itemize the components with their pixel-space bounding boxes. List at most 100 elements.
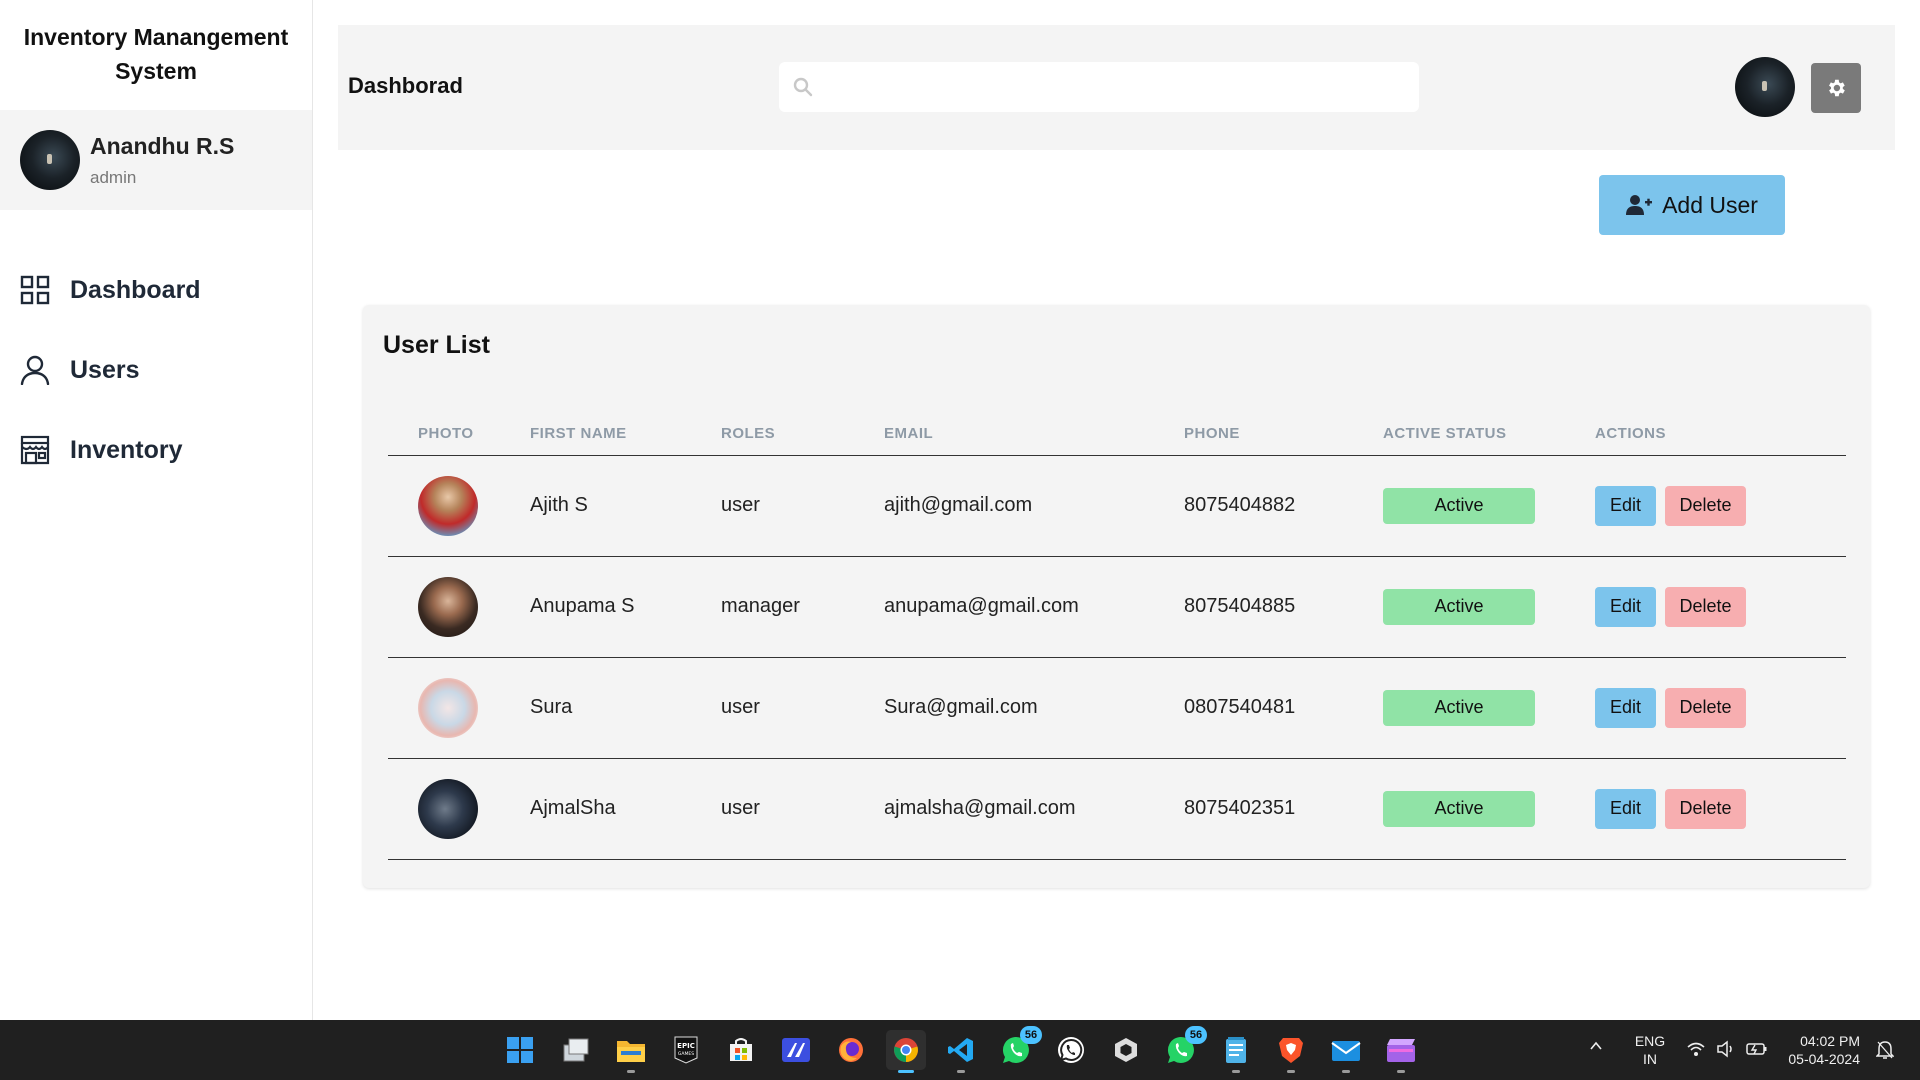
edit-button[interactable]: Edit (1595, 586, 1656, 627)
whatsapp-icon[interactable] (1051, 1030, 1091, 1070)
firefox-icon[interactable] (831, 1030, 871, 1070)
user-list-card: User List PHOTO FIRST NAME ROLES EMAIL P… (363, 305, 1870, 888)
status-badge: Active (1383, 487, 1535, 524)
avatar-image (1735, 57, 1795, 117)
profile-name: Anandhu R.S (90, 132, 235, 159)
profile-avatar (20, 130, 80, 190)
edit-button[interactable]: Edit (1595, 485, 1656, 526)
unity-icon[interactable] (1106, 1030, 1146, 1070)
delete-button[interactable]: Delete (1665, 485, 1746, 526)
delete-button[interactable]: Delete (1665, 788, 1746, 829)
brave-icon[interactable] (1271, 1030, 1311, 1073)
chrome-icon[interactable] (886, 1030, 926, 1073)
role-cell: manager (721, 556, 884, 658)
app-title: Inventory Manangement System (23, 24, 289, 84)
language-code: ENG (1634, 1033, 1666, 1049)
sidebar-item-label: Dashboard (70, 275, 201, 304)
notepad-icon[interactable] (1216, 1030, 1256, 1073)
status-badge: Active (1383, 689, 1535, 726)
file-explorer-icon[interactable] (611, 1030, 651, 1073)
windows-start-icon[interactable] (500, 1030, 540, 1070)
profile-role: admin (90, 167, 137, 187)
whatsapp-business-icon[interactable]: 56 (996, 1026, 1042, 1070)
app-icon[interactable] (776, 1030, 816, 1070)
video-editor-icon[interactable] (1381, 1030, 1421, 1073)
show-hidden-icons[interactable] (1588, 1038, 1604, 1080)
delete-button[interactable]: Delete (1665, 687, 1746, 728)
actions-cell: Edit Delete (1595, 758, 1846, 860)
svg-text:GAMES: GAMES (678, 1051, 694, 1057)
user-table: PHOTO FIRST NAME ROLES EMAIL PHONE ACTIV… (388, 413, 1846, 860)
gear-icon (1829, 79, 1845, 97)
notification-badge: 56 (1020, 1026, 1042, 1044)
user-photo (418, 778, 478, 839)
add-user-button[interactable]: Add User (1599, 175, 1785, 235)
first-name-cell: Ajith S (530, 455, 721, 557)
running-indicator (1342, 1070, 1350, 1073)
taskbar-clock[interactable]: 04:02 PM 05-04-2024 (1780, 1032, 1860, 1080)
table-row: Ajith S user ajith@gmail.com 8075404882 … (388, 455, 1846, 557)
whatsapp-icon[interactable]: 56 (1161, 1026, 1207, 1070)
first-name-cell: Sura (530, 657, 721, 759)
store-icon (20, 435, 50, 465)
user-photo (418, 475, 478, 536)
first-name-cell: Anupama S (530, 556, 721, 658)
microsoft-store-icon[interactable] (721, 1030, 761, 1070)
user-avatar[interactable] (1735, 57, 1795, 117)
notifications-icon[interactable] (1875, 1040, 1895, 1080)
edit-button[interactable]: Edit (1595, 788, 1656, 829)
search-input[interactable] (825, 76, 1385, 98)
sidebar-nav: Dashboard Users Inventory (0, 250, 312, 490)
top-bar: Dashborad (338, 25, 1895, 150)
first-name-cell: AjmalSha (530, 758, 721, 860)
phone-cell: 8075402351 (1184, 758, 1383, 860)
phone-cell: 8075404885 (1184, 556, 1383, 658)
clock-time: 04:02 PM (1800, 1033, 1860, 1049)
column-header-roles: ROLES (721, 413, 884, 456)
column-header-actions: ACTIONS (1595, 413, 1846, 456)
email-cell: anupama@gmail.com (884, 556, 1184, 658)
search-icon (793, 77, 813, 97)
role-cell: user (721, 657, 884, 759)
actions-cell: Edit Delete (1595, 657, 1846, 759)
photo-cell (388, 758, 530, 860)
battery-icon[interactable] (1746, 1040, 1768, 1080)
table-header-row: PHOTO FIRST NAME ROLES EMAIL PHONE ACTIV… (388, 413, 1846, 456)
user-photo (418, 677, 478, 738)
vscode-icon[interactable] (941, 1030, 981, 1073)
status-cell: Active (1383, 455, 1595, 557)
column-header-phone: PHONE (1184, 413, 1383, 456)
email-cell: Sura@gmail.com (884, 657, 1184, 759)
table-row: AjmalSha user ajmalsha@gmail.com 8075402… (388, 758, 1846, 860)
edit-button[interactable]: Edit (1595, 687, 1656, 728)
status-badge: Active (1383, 790, 1535, 827)
user-list-title: User List (383, 331, 490, 359)
taskbar: EPIC GAMES 56 56 ENG IN 04:02 PM 05-04-2… (0, 1020, 1920, 1080)
svg-text:EPIC: EPIC (677, 1042, 695, 1050)
actions-cell: Edit Delete (1595, 556, 1846, 658)
language-indicator[interactable]: ENG IN (1630, 1032, 1670, 1080)
profile-info: Anandhu R.S admin (90, 133, 234, 188)
column-header-first-name: FIRST NAME (530, 413, 721, 456)
wifi-icon[interactable] (1686, 1040, 1706, 1080)
photo-cell (388, 455, 530, 557)
sidebar-item-inventory[interactable]: Inventory (0, 410, 312, 490)
running-indicator (1397, 1070, 1405, 1073)
settings-button[interactable] (1811, 63, 1861, 113)
volume-icon[interactable] (1716, 1040, 1736, 1080)
delete-button[interactable]: Delete (1665, 586, 1746, 627)
add-user-label: Add User (1662, 191, 1758, 218)
mail-icon[interactable] (1326, 1030, 1366, 1073)
role-cell: user (721, 758, 884, 860)
sidebar-item-dashboard[interactable]: Dashboard (0, 250, 312, 330)
task-view-icon[interactable] (556, 1030, 596, 1070)
epic-games-icon[interactable]: EPIC GAMES (666, 1030, 706, 1070)
phone-cell: 8075404882 (1184, 455, 1383, 557)
sidebar-item-users[interactable]: Users (0, 330, 312, 410)
search-bar[interactable] (779, 62, 1419, 112)
region-code: IN (1643, 1051, 1657, 1067)
status-cell: Active (1383, 657, 1595, 759)
user-icon (20, 355, 50, 385)
profile-card[interactable]: Anandhu R.S admin (0, 110, 312, 210)
status-cell: Active (1383, 758, 1595, 860)
